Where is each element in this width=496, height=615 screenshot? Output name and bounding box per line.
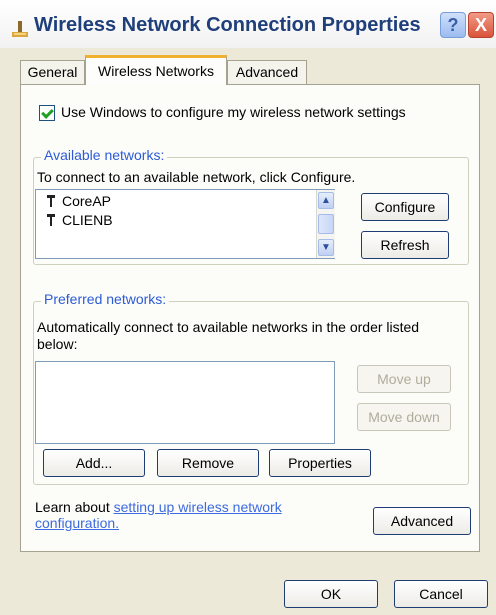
tab-general[interactable]: General xyxy=(20,60,85,84)
learn-about-text: Learn about setting up wireless network xyxy=(35,499,282,515)
title-bar[interactable]: Wireless Network Connection Properties ?… xyxy=(0,0,496,48)
scroll-thumb[interactable] xyxy=(318,214,334,234)
preferred-networks-list[interactable] xyxy=(35,361,335,444)
available-networks-instructions: To connect to an available network, clic… xyxy=(37,169,356,185)
ok-button[interactable]: OK xyxy=(284,580,378,608)
configure-button[interactable]: Configure xyxy=(361,193,449,221)
network-connection-icon xyxy=(12,21,28,37)
list-item[interactable]: CLIENB xyxy=(46,212,113,228)
network-name: CLIENB xyxy=(62,212,113,228)
window-title: Wireless Network Connection Properties xyxy=(34,14,421,36)
move-up-button[interactable]: Move up xyxy=(357,365,451,393)
remove-button[interactable]: Remove xyxy=(157,449,259,477)
learn-about-text-line2: configuration. xyxy=(35,515,119,531)
setup-link-line2[interactable]: configuration. xyxy=(35,515,119,531)
refresh-button[interactable]: Refresh xyxy=(361,231,449,259)
preferred-networks-instructions-line2: below: xyxy=(37,336,78,352)
learn-about-prefix: Learn about xyxy=(35,499,114,515)
help-button[interactable]: ? xyxy=(440,12,466,38)
available-networks-legend: Available networks: xyxy=(41,147,168,163)
tab-wireless-networks[interactable]: Wireless Networks xyxy=(85,55,227,85)
preferred-networks-legend: Preferred networks: xyxy=(41,291,170,307)
properties-button[interactable]: Properties xyxy=(269,449,371,477)
wireless-networks-panel: Use Windows to configure my wireless net… xyxy=(20,84,480,552)
available-networks-list[interactable]: CoreAP CLIENB ▲ ▼ xyxy=(35,189,335,259)
advanced-button[interactable]: Advanced xyxy=(373,507,471,535)
antenna-icon xyxy=(46,195,56,207)
add-button[interactable]: Add... xyxy=(43,449,145,477)
tab-advanced[interactable]: Advanced xyxy=(227,60,307,84)
use-windows-label[interactable]: Use Windows to configure my wireless net… xyxy=(61,104,406,120)
setup-link-line1[interactable]: setting up wireless network xyxy=(114,499,282,515)
use-windows-checkbox[interactable] xyxy=(39,105,55,121)
close-button[interactable]: X xyxy=(468,12,494,38)
vertical-scrollbar[interactable]: ▲ ▼ xyxy=(316,190,335,258)
cancel-button[interactable]: Cancel xyxy=(394,580,488,608)
scroll-up-icon[interactable]: ▲ xyxy=(318,192,334,209)
antenna-icon xyxy=(46,214,56,226)
list-item[interactable]: CoreAP xyxy=(46,193,111,209)
properties-dialog: Wireless Network Connection Properties ?… xyxy=(0,0,496,615)
scroll-down-icon[interactable]: ▼ xyxy=(318,239,334,256)
move-down-button[interactable]: Move down xyxy=(357,403,451,431)
preferred-networks-instructions-line1: Automatically connect to available netwo… xyxy=(37,319,420,335)
network-name: CoreAP xyxy=(62,193,112,209)
